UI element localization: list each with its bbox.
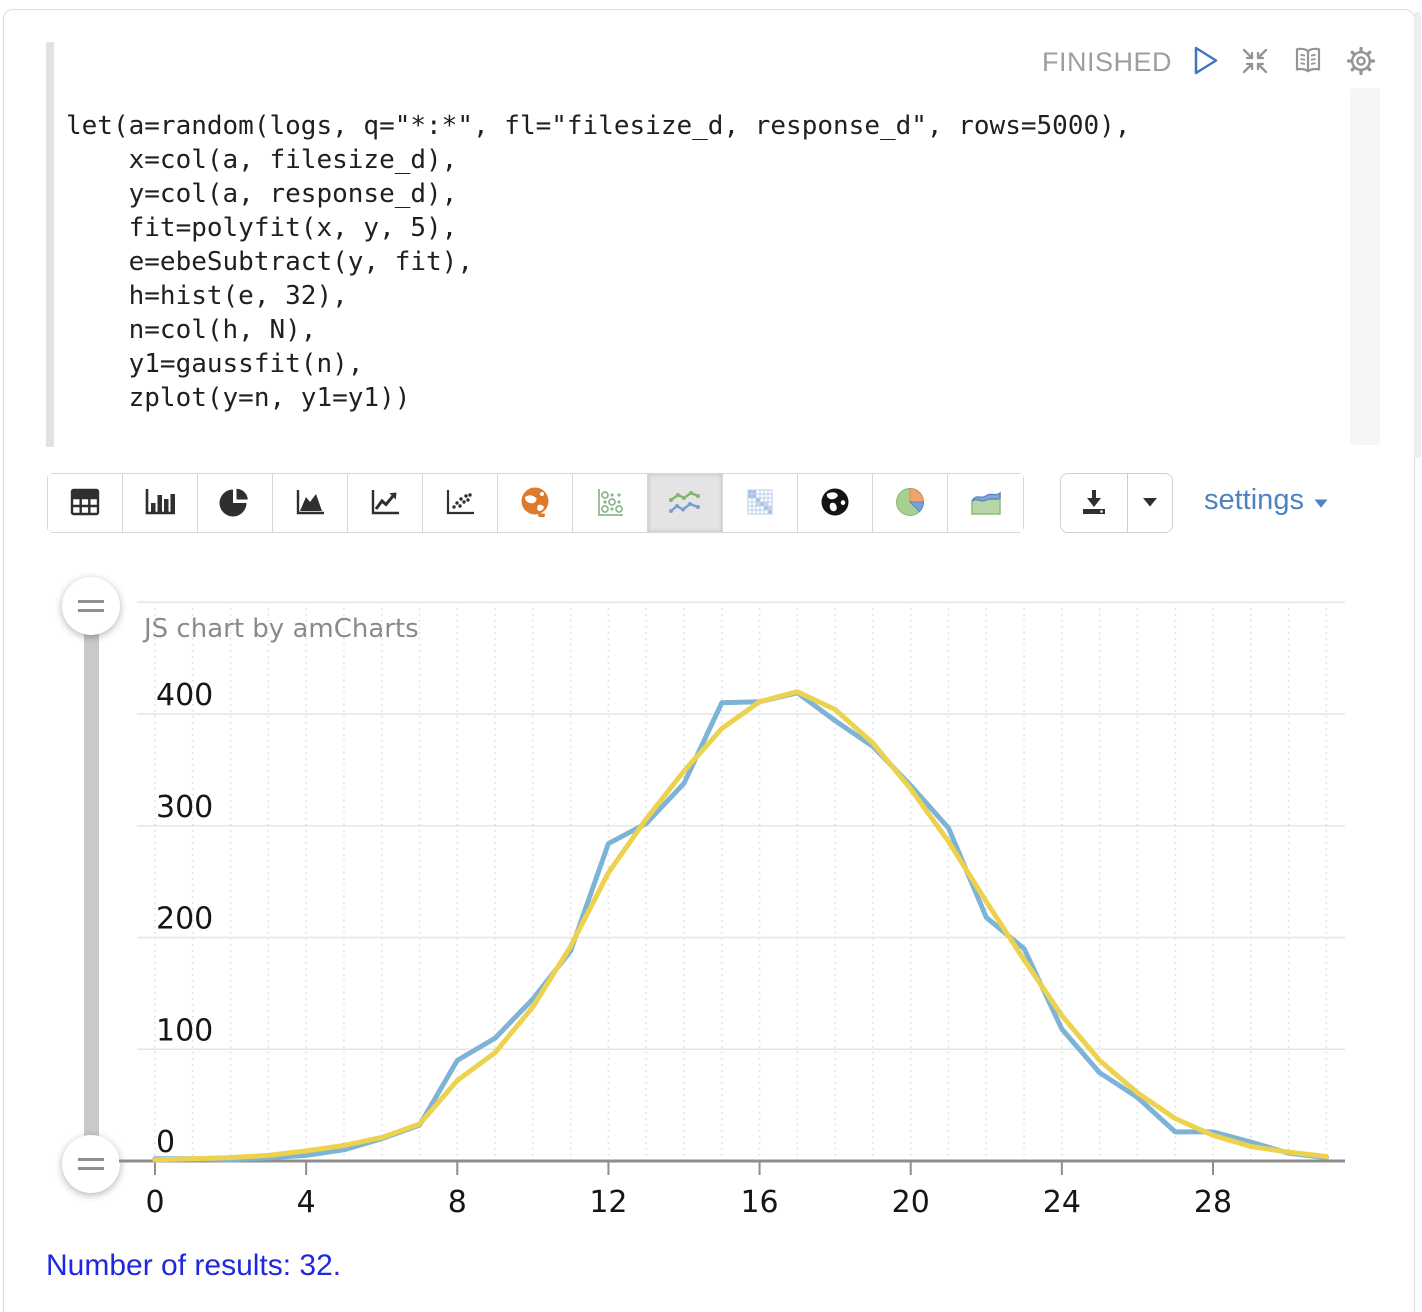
chart-type-bar-button[interactable]: [123, 474, 198, 532]
pie-chart-icon: [219, 486, 251, 521]
svg-text:24: 24: [1043, 1185, 1081, 1220]
book-icon: [1290, 44, 1326, 81]
chart-type-line-button[interactable]: [348, 474, 423, 532]
svg-text:300: 300: [156, 790, 213, 825]
svg-text:20: 20: [892, 1185, 930, 1220]
area-chart-colored-icon: [968, 487, 1004, 520]
chart-type-multiline-button[interactable]: [648, 474, 723, 532]
paragraph-controls: FINISHED: [1042, 42, 1378, 82]
svg-text:16: 16: [740, 1185, 778, 1220]
svg-text:8: 8: [448, 1185, 467, 1220]
svg-text:28: 28: [1194, 1185, 1232, 1220]
caret-down-icon: [1141, 496, 1159, 511]
scatter-plot-icon: [443, 486, 477, 521]
collapse-arrows-icon: [1238, 44, 1272, 81]
download-button[interactable]: [1061, 474, 1127, 532]
download-icon: [1079, 487, 1109, 520]
page-scrollbar[interactable]: [1414, 12, 1421, 458]
area-chart-icon: [293, 486, 327, 521]
download-options-button[interactable]: [1127, 474, 1172, 532]
pie-chart-colored-icon: [893, 485, 927, 522]
settings-dropdown[interactable]: settings: [1204, 484, 1329, 517]
svg-text:400: 400: [156, 678, 213, 713]
svg-text:200: 200: [156, 902, 213, 937]
globe-icon: [818, 485, 852, 522]
world-map-icon: [518, 485, 552, 522]
code-editor[interactable]: let(a=random(logs, q="*:*", fl="filesize…: [66, 109, 1130, 415]
bar-chart-icon: [142, 486, 178, 521]
chart-type-pie-button[interactable]: [198, 474, 273, 532]
paragraph-settings-button[interactable]: [1344, 44, 1378, 81]
run-button[interactable]: [1190, 45, 1220, 80]
chart-type-scatter-button[interactable]: [423, 474, 498, 532]
chart-type-heatmap-button[interactable]: [723, 474, 798, 532]
gear-icon: [1344, 44, 1378, 81]
bubble-chart-icon: [593, 485, 627, 522]
svg-text:0: 0: [145, 1185, 164, 1220]
settings-label: settings: [1204, 484, 1304, 516]
show-editor-button[interactable]: [1290, 44, 1326, 81]
chart-type-area-colored-button[interactable]: [948, 474, 1023, 532]
chart-type-pie-colored-button[interactable]: [873, 474, 948, 532]
chart-type-globe-button[interactable]: [798, 474, 873, 532]
editor-scrollbar[interactable]: [1350, 88, 1380, 445]
play-icon: [1190, 45, 1220, 80]
svg-text:12: 12: [589, 1185, 627, 1220]
svg-text:0: 0: [156, 1125, 175, 1160]
table-icon: [68, 487, 102, 520]
chart-type-toolbar: [47, 473, 1024, 533]
line-chart-canvas[interactable]: 0 100 200 300 400 0 4 8 12 16 20 24 28: [0, 560, 1422, 1260]
caret-down-icon: [1313, 484, 1329, 517]
download-split-button: [1060, 473, 1173, 533]
chart-type-worldmap-button[interactable]: [498, 474, 573, 532]
svg-text:4: 4: [297, 1185, 316, 1220]
multi-line-chart-icon: [667, 487, 703, 520]
chart-type-table-button[interactable]: [48, 474, 123, 532]
results-count: Number of results: 32.: [46, 1249, 342, 1282]
status-badge: FINISHED: [1041, 46, 1172, 77]
svg-text:100: 100: [156, 1013, 213, 1048]
collapse-button[interactable]: [1238, 44, 1272, 81]
chart-type-bubble-button[interactable]: [573, 474, 648, 532]
line-chart-icon: [368, 486, 402, 521]
chart-type-area-button[interactable]: [273, 474, 348, 532]
editor-gutter: [46, 42, 54, 447]
heatmap-icon: [743, 485, 777, 522]
